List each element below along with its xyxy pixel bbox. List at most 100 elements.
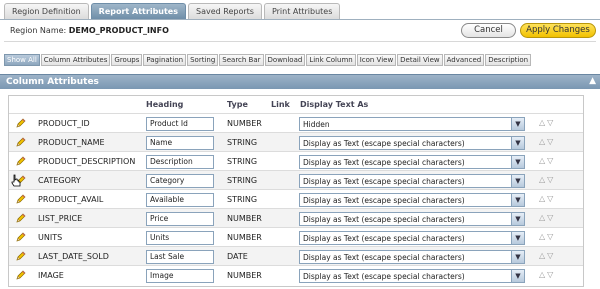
apply-changes-button[interactable]: Apply Changes <box>520 23 596 38</box>
up-down-arrows-icon[interactable]: △▽ <box>539 137 561 147</box>
display-as-value: Display as Text (escape special characte… <box>303 177 465 186</box>
chevron-down-icon[interactable]: ▼ <box>511 194 524 206</box>
pencil-icon[interactable] <box>15 213 26 224</box>
display-as-select[interactable]: Display as Text (escape special characte… <box>299 269 525 283</box>
hand-cursor-icon <box>11 174 21 187</box>
pencil-icon[interactable] <box>15 118 26 129</box>
tab-report-attributes[interactable]: Report Attributes <box>90 3 186 19</box>
column-type: NUMBER <box>227 119 262 128</box>
column-name: UNITS <box>38 233 63 242</box>
display-as-select[interactable]: Display as Text (escape special characte… <box>299 155 525 169</box>
up-down-arrows-icon[interactable]: △▽ <box>539 118 561 128</box>
table-row: PRODUCT_AVAIL Available STRING Display as T… <box>9 189 583 208</box>
heading-input[interactable]: Available <box>146 193 214 207</box>
subtab-description[interactable]: Description <box>485 54 532 66</box>
heading-input[interactable]: Image <box>146 269 214 283</box>
display-as-select[interactable]: Display as Text (escape special characte… <box>299 250 525 264</box>
column-name: CATEGORY <box>38 176 81 185</box>
chevron-down-icon[interactable]: ▼ <box>511 232 524 244</box>
pencil-icon[interactable] <box>15 270 26 281</box>
up-down-arrows-icon[interactable]: △▽ <box>539 213 561 223</box>
subtab-pagination[interactable]: Pagination <box>143 54 187 66</box>
heading-input[interactable]: Description <box>146 155 214 169</box>
table-row: IMAGE Image NUMBER Display as Text (escape … <box>9 265 583 284</box>
pencil-icon[interactable] <box>15 251 26 262</box>
column-name: PRODUCT_ID <box>38 119 90 128</box>
display-as-select[interactable]: Hidden ▼ <box>299 117 525 131</box>
heading-input[interactable]: Category <box>146 174 214 188</box>
heading-column-header: Heading <box>146 100 184 109</box>
chevron-down-icon[interactable]: ▼ <box>511 270 524 282</box>
table-row: CATEGORY Category STRING Display as Text (e… <box>9 170 583 189</box>
chevron-down-icon[interactable]: ▼ <box>511 213 524 225</box>
display-as-select[interactable]: Display as Text (escape special characte… <box>299 174 525 188</box>
display-as-select[interactable]: Display as Text (escape special characte… <box>299 136 525 150</box>
pencil-icon[interactable] <box>15 194 26 205</box>
pencil-icon[interactable] <box>15 137 26 148</box>
column-name: PRODUCT_NAME <box>38 138 105 147</box>
display-as-value: Hidden <box>303 120 330 129</box>
display-as-select[interactable]: Display as Text (escape special characte… <box>299 193 525 207</box>
table-header: Heading Type Link Display Text As <box>9 96 583 113</box>
column-type: STRING <box>227 176 258 185</box>
subtab-search-bar[interactable]: Search Bar <box>219 54 264 66</box>
tab-saved-reports[interactable]: Saved Reports <box>188 3 262 19</box>
subtab-detail-view[interactable]: Detail View <box>397 54 443 66</box>
up-down-arrows-icon[interactable]: △▽ <box>539 232 561 242</box>
display-as-value: Display as Text (escape special characte… <box>303 196 465 205</box>
chevron-down-icon[interactable]: ▼ <box>511 251 524 263</box>
up-down-arrows-icon[interactable]: △▽ <box>539 156 561 166</box>
subtabs: Show All Column Attributes Groups Pagina… <box>4 54 532 66</box>
up-down-arrows-icon[interactable]: △▽ <box>539 175 561 185</box>
cancel-button[interactable]: Cancel <box>461 23 516 38</box>
display-as-value: Display as Text (escape special characte… <box>303 158 465 167</box>
heading-input[interactable]: Product Id <box>146 117 214 131</box>
region-name-value: DEMO_PRODUCT_INFO <box>68 26 169 35</box>
chevron-down-icon[interactable]: ▼ <box>511 118 524 130</box>
subtab-advanced[interactable]: Advanced <box>443 54 485 66</box>
heading-input[interactable]: Price <box>146 212 214 226</box>
display-as-value: Display as Text (escape special characte… <box>303 139 465 148</box>
display-as-select[interactable]: Display as Text (escape special characte… <box>299 231 525 245</box>
chevron-down-icon[interactable]: ▼ <box>511 137 524 149</box>
up-down-arrows-icon[interactable]: △▽ <box>539 251 561 261</box>
subtab-column-attributes[interactable]: Column Attributes <box>40 54 111 66</box>
column-name: PRODUCT_DESCRIPTION <box>38 157 136 166</box>
column-type: STRING <box>227 138 258 147</box>
table-row: PRODUCT_NAME Name STRING Display as Text (e… <box>9 132 583 151</box>
heading-input[interactable]: Last Sale <box>146 250 214 264</box>
subtab-show-all[interactable]: Show All <box>4 54 40 66</box>
display-as-select[interactable]: Display as Text (escape special characte… <box>299 212 525 226</box>
column-type: NUMBER <box>227 214 262 223</box>
column-name: LIST_PRICE <box>38 214 83 223</box>
tab-print-attributes[interactable]: Print Attributes <box>263 3 341 19</box>
pencil-icon[interactable] <box>15 156 26 167</box>
subtab-download[interactable]: Download <box>264 54 306 66</box>
up-down-arrows-icon[interactable]: △▽ <box>539 194 561 204</box>
link-column-header: Link <box>271 100 290 109</box>
display-column-header: Display Text As <box>300 100 369 109</box>
chevron-down-icon[interactable]: ▼ <box>511 175 524 187</box>
up-arrow-icon[interactable]: ▲ <box>589 76 596 86</box>
display-as-value: Display as Text (escape special characte… <box>303 253 465 262</box>
column-name: LAST_DATE_SOLD <box>38 252 109 261</box>
column-type: DATE <box>227 252 248 261</box>
subtab-link-column[interactable]: Link Column <box>306 54 356 66</box>
region-name-caption: Region Name: <box>10 26 67 35</box>
subtab-sorting[interactable]: Sorting <box>187 54 219 66</box>
chevron-down-icon[interactable]: ▼ <box>511 156 524 168</box>
subtab-icon-view[interactable]: Icon View <box>356 54 397 66</box>
heading-input[interactable]: Name <box>146 136 214 150</box>
column-attributes-header: Column Attributes ▲ <box>0 74 600 89</box>
column-type: STRING <box>227 157 258 166</box>
tab-region-definition[interactable]: Region Definition <box>4 3 89 19</box>
subtab-groups[interactable]: Groups <box>111 54 143 66</box>
region-name-label: Region Name: DEMO_PRODUCT_INFO <box>10 26 169 35</box>
heading-input[interactable]: Units <box>146 231 214 245</box>
table-row: PRODUCT_DESCRIPTION Description STRING Disp… <box>9 151 583 170</box>
display-as-value: Display as Text (escape special characte… <box>303 272 465 281</box>
region-bar: Region Name: DEMO_PRODUCT_INFO Cancel Ap… <box>4 20 596 42</box>
top-tabs: Region Definition Report Attributes Save… <box>4 3 341 19</box>
pencil-icon[interactable] <box>15 232 26 243</box>
up-down-arrows-icon[interactable]: △▽ <box>539 270 561 280</box>
